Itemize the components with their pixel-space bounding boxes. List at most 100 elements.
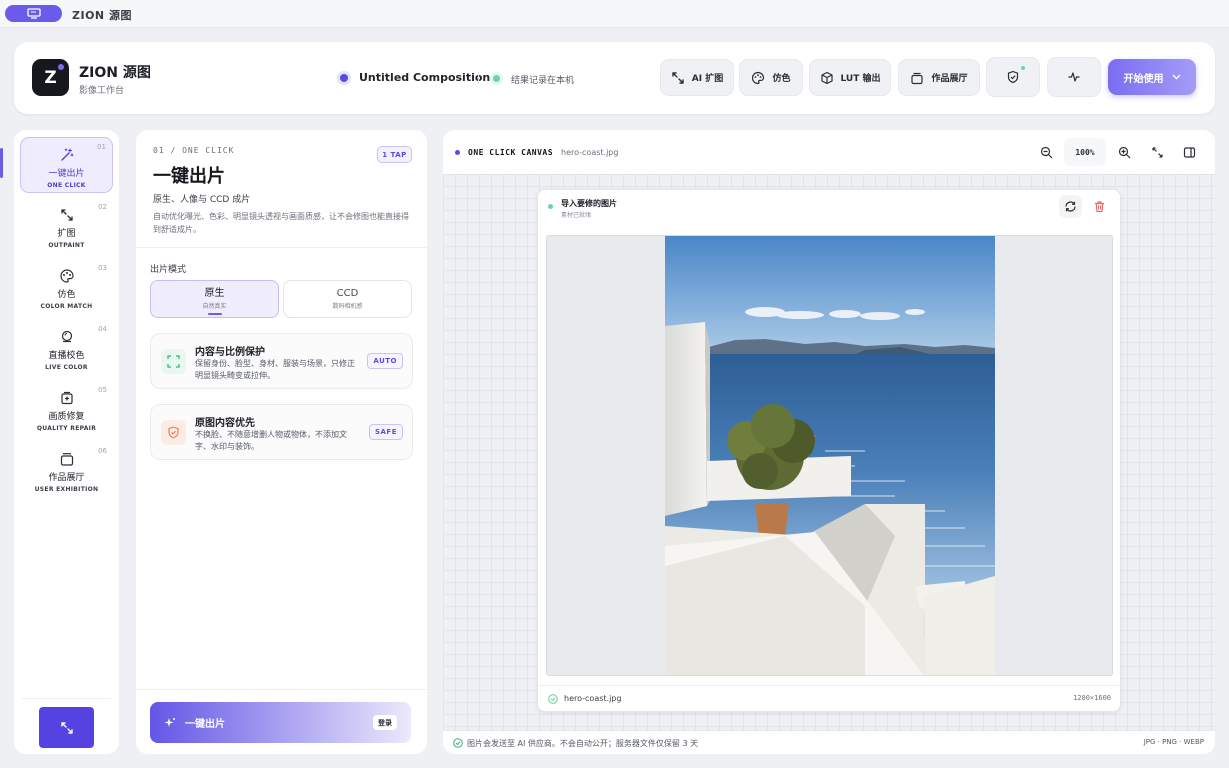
repair-icon xyxy=(60,391,73,405)
nav-sublabel: COLOR MATCH xyxy=(40,303,93,310)
shield-icon xyxy=(161,420,186,445)
privacy-shield-button[interactable] xyxy=(986,57,1040,97)
color-match-button[interactable]: 仿色 xyxy=(739,59,803,96)
card-description: 不换脸、不随意增删人物或物体，不添加文字、水印与装饰。 xyxy=(195,430,347,451)
app-header: Z ZION 源图 影像工作台 Untitled Composition 结果记… xyxy=(14,42,1215,114)
ai-outpaint-label: AI 扩图 xyxy=(691,74,724,84)
canvas-grid[interactable]: 导入要修的图片 素材已就绪 hero-coast.jpg 1200×1600 xyxy=(443,174,1215,730)
login-badge[interactable]: 登录 xyxy=(373,715,397,730)
step-label: 01 / ONE CLICK xyxy=(153,146,235,155)
image-card-footer: hero-coast.jpg 1200×1600 xyxy=(538,685,1120,712)
mode-label: 出片模式 xyxy=(150,265,187,275)
panel-title: 一键出片 xyxy=(153,166,225,187)
ai-outpaint-button[interactable]: AI 扩图 xyxy=(660,59,734,96)
expand-icon xyxy=(1151,146,1163,158)
mode-native-option[interactable]: 原生 自然真实 xyxy=(150,280,279,318)
nav-label: 扩图 xyxy=(57,229,76,239)
composition-status-dot xyxy=(340,74,348,82)
gallery-button[interactable]: 作品展厅 xyxy=(898,59,980,96)
logo-letter: Z xyxy=(44,67,57,88)
chevron-down-icon xyxy=(1172,74,1180,80)
nav-number: 05 xyxy=(98,386,107,394)
expand-icon xyxy=(672,71,684,84)
save-status-dot xyxy=(493,75,500,82)
nav-active-indicator xyxy=(0,148,3,178)
nav-number: 04 xyxy=(98,325,107,333)
content-protection-card[interactable]: 内容与比例保护 保留身份、脸型、身材、服装与场景，只修正明显镜头畸变或拉伸。 A… xyxy=(150,333,413,389)
zoom-in-button[interactable] xyxy=(1111,138,1137,166)
replace-image-button[interactable] xyxy=(1059,195,1082,218)
window-switcher-button[interactable] xyxy=(5,5,62,22)
auto-badge: AUTO xyxy=(367,353,403,369)
activity-button[interactable] xyxy=(1047,57,1101,97)
fit-screen-button[interactable] xyxy=(1144,138,1170,166)
zoom-out-icon xyxy=(1040,146,1052,158)
nav-item-one-click[interactable]: 01 一键出片 ONE CLICK xyxy=(20,137,113,193)
brand-subtitle: 影像工作台 xyxy=(79,86,125,96)
toggle-panel-button[interactable] xyxy=(1176,138,1202,166)
tap-badge: 1 TAP xyxy=(377,146,412,163)
sidebar-panel-icon xyxy=(1183,146,1195,158)
nav-number: 01 xyxy=(97,143,106,151)
nav-item-outpaint[interactable]: 02 扩图 OUTPAINT xyxy=(20,198,113,254)
color-match-label: 仿色 xyxy=(772,74,791,84)
zoom-level[interactable]: 100% xyxy=(1064,138,1106,166)
canvas-filename: hero-coast.jpg xyxy=(561,148,619,157)
shield-check-icon xyxy=(1007,70,1019,84)
gallery-icon xyxy=(911,72,924,84)
nav-label: 仿色 xyxy=(57,290,76,300)
image-card-title: 导入要修的图片 xyxy=(561,199,617,208)
mode-option-sublabel: 数码相机感 xyxy=(332,303,363,310)
logo-dot xyxy=(58,64,64,70)
get-started-button[interactable]: 开始使用 xyxy=(1108,59,1196,95)
image-stage xyxy=(546,235,1113,676)
mode-ccd-option[interactable]: CCD 数码相机感 xyxy=(283,280,412,318)
nav-item-color-match[interactable]: 03 仿色 COLOR MATCH xyxy=(20,259,113,315)
app-titlebar: ZION 源图 xyxy=(0,0,1229,28)
image-dimensions: 1200×1600 xyxy=(1073,694,1111,702)
canvas-status-dot xyxy=(455,150,460,155)
lut-export-label: LUT 输出 xyxy=(840,74,881,84)
nav-item-exhibition[interactable]: 06 作品展厅 USER EXHIBITION xyxy=(20,442,113,498)
trash-icon xyxy=(1095,201,1104,213)
sidebar-divider xyxy=(22,698,111,699)
card-description: 保留身份、脸型、身材、服装与场景，只修正明显镜头畸变或拉伸。 xyxy=(195,359,355,380)
hero-coast-photo[interactable] xyxy=(665,236,995,676)
header-divider xyxy=(478,72,479,84)
panel-subtitle: 原生、人像与 CCD 成片 xyxy=(153,195,251,205)
mode-option-label: 原生 xyxy=(204,287,225,299)
zoom-out-button[interactable] xyxy=(1033,138,1059,166)
monitor-icon xyxy=(26,8,41,19)
mode-option-label: CCD xyxy=(336,288,359,299)
brand-name: ZION 源图 xyxy=(79,65,151,81)
image-filename: hero-coast.jpg xyxy=(564,694,622,703)
one-click-generate-button[interactable]: 一键出片 登录 xyxy=(150,702,411,743)
nav-label: 作品展厅 xyxy=(48,473,85,483)
original-priority-card[interactable]: 原图内容优先 不换脸、不随意增删人物或物体，不添加文字、水印与装饰。 SAFE xyxy=(150,404,413,460)
gallery-icon xyxy=(60,453,73,466)
nav-label: 一键出片 xyxy=(48,169,85,179)
zoom-in-icon xyxy=(1118,146,1130,158)
nav-sublabel: USER EXHIBITION xyxy=(34,486,99,493)
gallery-label: 作品展厅 xyxy=(931,74,968,84)
lut-export-button[interactable]: LUT 输出 xyxy=(809,59,891,96)
titlebar-app-name: ZION 源图 xyxy=(72,9,132,22)
collapse-sidebar-button[interactable] xyxy=(39,707,94,748)
mode-option-sublabel: 自然真实 xyxy=(202,302,227,310)
nav-sublabel: LIVE COLOR xyxy=(45,364,88,371)
palette-icon xyxy=(59,269,74,283)
nav-number: 02 xyxy=(98,203,107,211)
nav-label: 画质修复 xyxy=(48,412,85,422)
supported-formats: JPG · PNG · WEBP xyxy=(1143,738,1204,746)
delete-image-button[interactable] xyxy=(1088,195,1111,218)
pulse-icon xyxy=(1068,72,1080,82)
nav-item-live-color[interactable]: 04 直播校色 LIVE COLOR xyxy=(20,320,113,376)
nav-item-quality-repair[interactable]: 05 画质修复 QUALITY REPAIR xyxy=(20,381,113,437)
image-card-status: 素材已就绪 xyxy=(561,212,592,219)
canvas-footer: 图片会发送至 AI 供应商。不会自动公开；服务器文件仅保留 3 天 JPG · … xyxy=(443,730,1215,754)
card-title: 原图内容优先 xyxy=(195,418,255,429)
tool-sidebar: 01 一键出片 ONE CLICK 02 扩图 OUTPAINT 03 仿色 C… xyxy=(14,130,119,754)
composition-name[interactable]: Untitled Composition xyxy=(359,71,490,84)
nav-number: 03 xyxy=(98,264,107,272)
shield-check-icon xyxy=(453,738,463,748)
